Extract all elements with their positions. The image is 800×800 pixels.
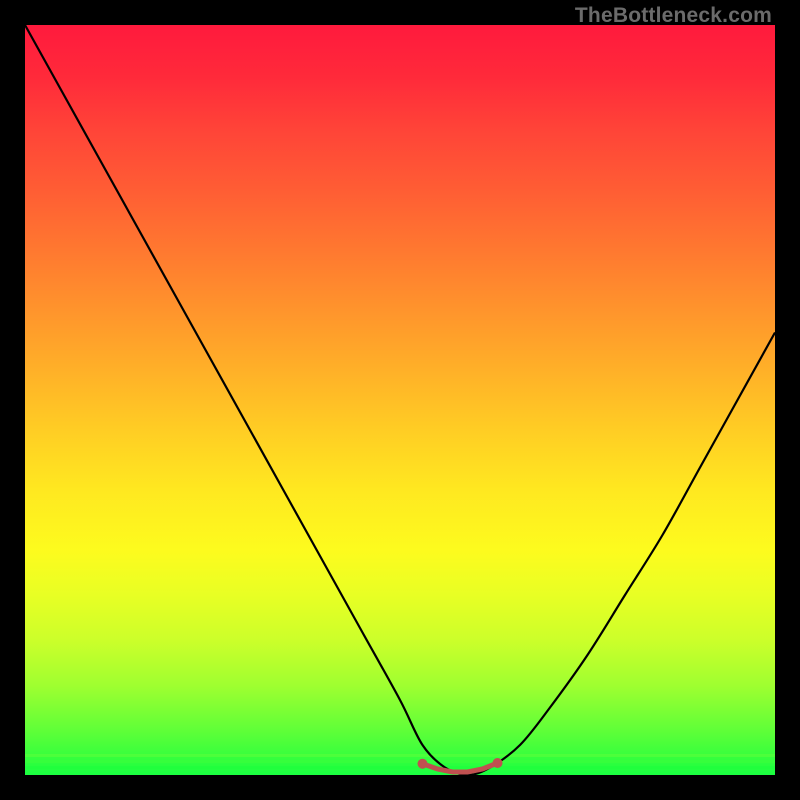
plot-area [25, 25, 775, 775]
flat-segment-markers [418, 758, 503, 772]
bottleneck-curve [25, 25, 775, 775]
chart-stage: TheBottleneck.com [0, 0, 800, 800]
curve-path [25, 25, 775, 775]
